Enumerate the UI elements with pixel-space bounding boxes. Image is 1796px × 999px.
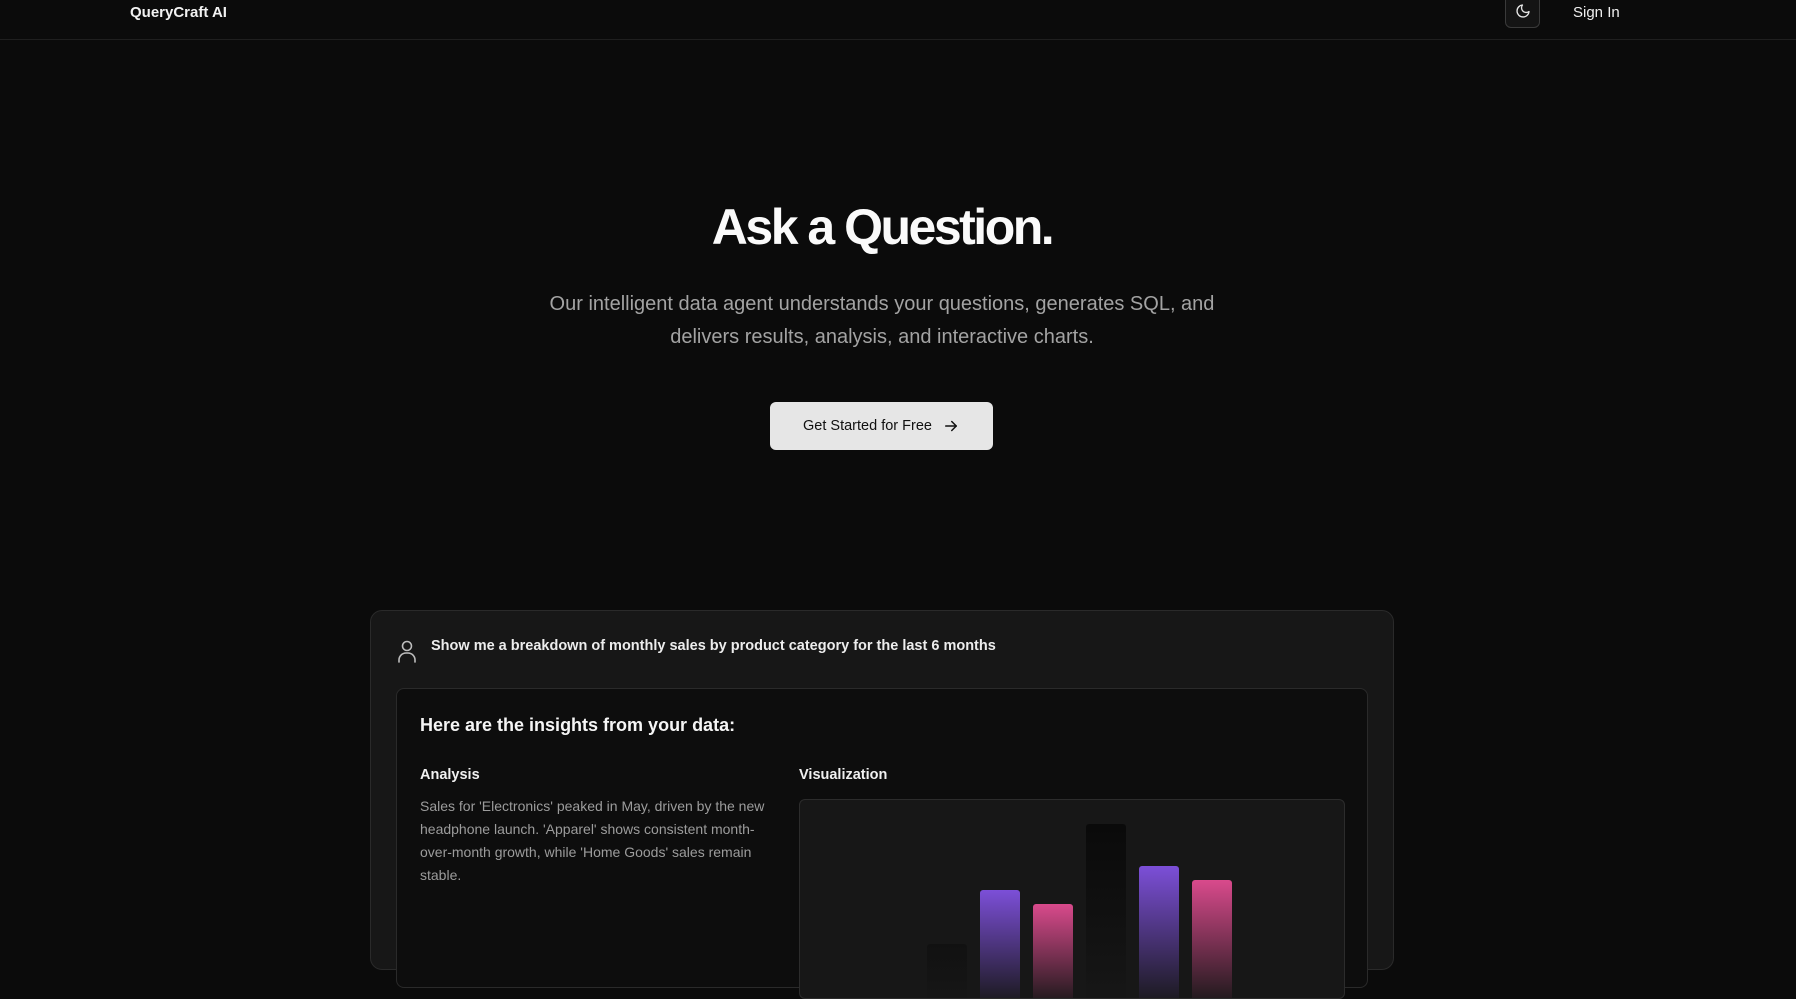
hero-subtitle: Our intelligent data agent understands y… [549,293,1215,348]
chart-bar[interactable] [1139,866,1179,999]
theme-toggle-button[interactable] [1505,0,1540,28]
brand-logo[interactable]: QueryCraft AI [130,4,227,21]
arrow-right-icon [944,420,957,432]
chart-bar[interactable] [927,944,967,999]
insights-title: Here are the insights from your data: [420,715,736,735]
visualization-panel[interactable] [799,799,1345,999]
chart-bar[interactable] [1192,880,1232,999]
sign-in-link[interactable]: Sign In [1573,4,1620,21]
assistant-response: Here are the insights from your data: An… [396,688,1368,999]
chart-bar[interactable] [1033,904,1073,999]
demo-chat-card: Show me a breakdown of monthly sales by … [370,610,1394,999]
visualization-heading: Visualization [799,767,888,783]
user-message: Show me a breakdown of monthly sales by … [397,638,996,663]
moon-icon [1515,4,1530,18]
analysis-text: Sales for 'Electronics' peaked in May, d… [420,798,765,883]
hero-title: Ask a Question. [711,199,1055,255]
top-nav: QueryCraft AI Sign In [0,0,1796,40]
analysis-heading: Analysis [420,767,480,783]
get-started-label: Get Started for Free [803,418,932,434]
get-started-button[interactable]: Get Started for Free [770,402,993,450]
user-icon [398,640,416,663]
bar-chart[interactable] [800,800,1345,999]
user-question: Show me a breakdown of monthly sales by … [431,638,996,654]
chart-bar[interactable] [1086,824,1126,999]
chart-bar[interactable] [980,890,1020,999]
